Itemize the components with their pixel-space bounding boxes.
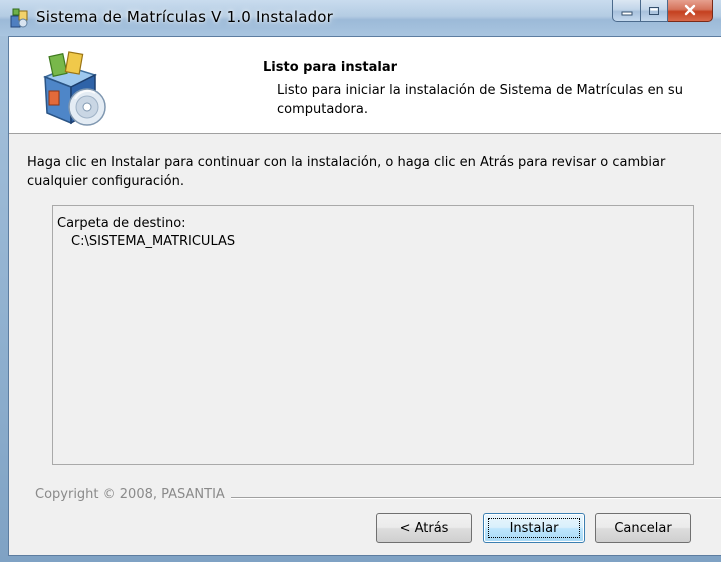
close-icon xyxy=(683,1,697,20)
window-controls xyxy=(612,0,713,22)
cancel-button-label: Cancelar xyxy=(614,520,672,536)
install-button[interactable]: Instalar xyxy=(483,513,585,543)
cancel-button[interactable]: Cancelar xyxy=(595,513,691,543)
dialog-header: Listo para instalar Listo para iniciar l… xyxy=(9,37,721,134)
installer-window: Sistema de Matrículas V 1.0 Instalador L… xyxy=(0,0,721,562)
page-title: Listo para instalar xyxy=(263,60,398,75)
instructions-text: Haga clic en Instalar para continuar con… xyxy=(27,155,666,189)
minimize-button[interactable] xyxy=(612,0,641,22)
back-button[interactable]: < Atrás xyxy=(376,513,472,543)
destination-label: Carpeta de destino: xyxy=(57,216,186,231)
close-button[interactable] xyxy=(668,0,713,22)
maximize-button[interactable] xyxy=(641,0,668,22)
dialog-client-area: Listo para instalar Listo para iniciar l… xyxy=(8,36,721,556)
minimize-icon xyxy=(621,1,633,20)
destination-info-box[interactable]: Carpeta de destino: C:\SISTEMA_MATRICULA… xyxy=(52,205,694,465)
installer-icon[interactable] xyxy=(8,7,30,29)
copyright-text: Copyright © 2008, PASANTIA xyxy=(35,487,231,502)
back-button-label: < Atrás xyxy=(399,520,449,536)
window-title: Sistema de Matrículas V 1.0 Instalador xyxy=(36,8,334,26)
page-subtitle: Listo para iniciar la instalación de Sis… xyxy=(277,83,683,117)
install-button-label: Instalar xyxy=(509,520,559,536)
destination-path: C:\SISTEMA_MATRICULAS xyxy=(71,234,236,249)
maximize-icon xyxy=(648,1,660,20)
install-package-icon xyxy=(35,49,115,129)
title-bar[interactable]: Sistema de Matrículas V 1.0 Instalador xyxy=(0,0,721,36)
